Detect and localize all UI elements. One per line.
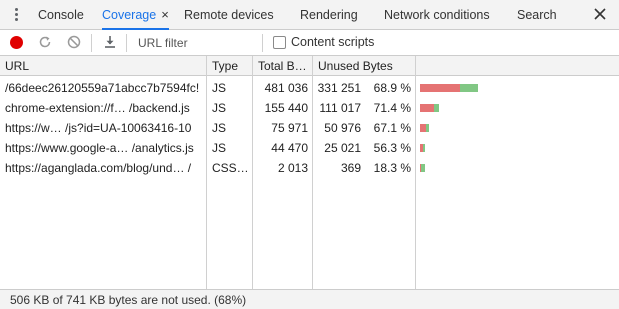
tab-coverage[interactable]: Coverage × [102, 0, 169, 30]
cell-unused-bytes: 25 021 [324, 141, 361, 155]
cell-url: https://w… /js?id=UA-10063416-10 [5, 121, 192, 135]
used-bytes-bar [460, 84, 478, 92]
download-icon[interactable] [102, 34, 118, 50]
tab-search[interactable]: Search [517, 0, 557, 30]
column-header-url[interactable]: URL [0, 56, 207, 76]
table-header: URL Type Total B… Unused Bytes [0, 56, 619, 76]
drawer-tab-bar: Console Coverage × Remote devices Renderi… [0, 0, 619, 30]
tab-console[interactable]: Console [38, 0, 84, 30]
coverage-toolbar: Content scripts [0, 30, 619, 56]
column-header-total-bytes[interactable]: Total B… [253, 56, 313, 76]
content-scripts-label: Content scripts [291, 35, 375, 49]
tab-label: Remote devices [184, 8, 274, 22]
tab-label: Console [38, 8, 84, 22]
used-bytes-bar [426, 124, 429, 132]
cell-url: chrome-extension://f… /backend.js [5, 101, 190, 115]
tab-label: Coverage [102, 8, 157, 22]
used-bytes-bar [421, 164, 425, 172]
cell-unused-bytes: 50 976 [324, 121, 361, 135]
column-header-unused-bytes[interactable]: Unused Bytes [313, 56, 415, 76]
toolbar-divider [126, 34, 127, 52]
coverage-table: URL Type Total B… Unused Bytes /66deec26… [0, 56, 619, 289]
toolbar-divider [91, 34, 92, 52]
status-summary: 506 KB of 741 KB bytes are not used. (68… [10, 293, 247, 307]
cell-type: JS [212, 101, 227, 115]
clear-icon[interactable] [66, 34, 82, 50]
cell-total-bytes: 2 013 [277, 161, 308, 175]
table-row[interactable]: https://www.google-a… /analytics.js JS 44 … [0, 138, 619, 158]
record-icon[interactable] [10, 36, 23, 49]
kebab-menu-icon[interactable] [9, 8, 25, 24]
tab-label: Search [517, 8, 557, 22]
used-bytes-bar [423, 144, 425, 152]
cell-type: CSS… [212, 161, 249, 175]
cell-total-bytes: 481 036 [264, 81, 308, 95]
close-icon[interactable]: × [161, 0, 169, 30]
cell-unused-percent: 18.3 % [373, 161, 411, 175]
table-row[interactable]: /66deec26120559a71abcc7b7594fc! JS 481 036… [0, 78, 619, 98]
cell-unused-percent: 68.9 % [373, 81, 411, 95]
unused-bytes-bar [420, 104, 434, 112]
cell-unused-percent: 71.4 % [373, 101, 411, 115]
status-bar: 506 KB of 741 KB bytes are not used. (68… [0, 289, 619, 309]
toolbar-divider [262, 34, 263, 52]
cell-unused-percent: 67.1 % [373, 121, 411, 135]
cell-total-bytes: 44 470 [271, 141, 308, 155]
cell-type: JS [212, 141, 227, 155]
used-bytes-bar [434, 104, 439, 112]
table-row[interactable]: https://w… /js?id=UA-10063416-10 JS 75 971… [0, 118, 619, 138]
tab-label: Rendering [300, 8, 358, 22]
unused-bytes-bar [420, 84, 460, 92]
column-header-type[interactable]: Type [207, 56, 253, 76]
cell-url: /66deec26120559a71abcc7b7594fc! [5, 81, 200, 95]
tab-rendering[interactable]: Rendering [300, 0, 358, 30]
cell-url: https://www.google-a… /analytics.js [5, 141, 194, 155]
reload-icon[interactable] [37, 34, 53, 50]
content-scripts-checkbox[interactable] [273, 36, 286, 49]
cell-unused-percent: 56.3 % [373, 141, 411, 155]
tab-label: Network conditions [384, 8, 490, 22]
cell-type: JS [212, 81, 227, 95]
cell-url: https://aganglada.com/blog/und… / [5, 161, 192, 175]
cell-unused-bytes: 369 [340, 161, 361, 175]
tab-remote-devices[interactable]: Remote devices [184, 0, 274, 30]
close-icon[interactable] [591, 5, 609, 23]
cell-unused-bytes: 111 017 [319, 101, 361, 115]
table-row[interactable]: https://aganglada.com/blog/und… / CSS… 2 0… [0, 158, 619, 178]
url-filter-input[interactable] [132, 33, 252, 53]
cell-total-bytes: 75 971 [271, 121, 308, 135]
table-row[interactable]: chrome-extension://f… /backend.js JS 155 4… [0, 98, 619, 118]
cell-unused-bytes: 331 251 [317, 81, 361, 95]
tab-network-conditions[interactable]: Network conditions [384, 0, 490, 30]
cell-total-bytes: 155 440 [264, 101, 308, 115]
cell-type: JS [212, 121, 227, 135]
